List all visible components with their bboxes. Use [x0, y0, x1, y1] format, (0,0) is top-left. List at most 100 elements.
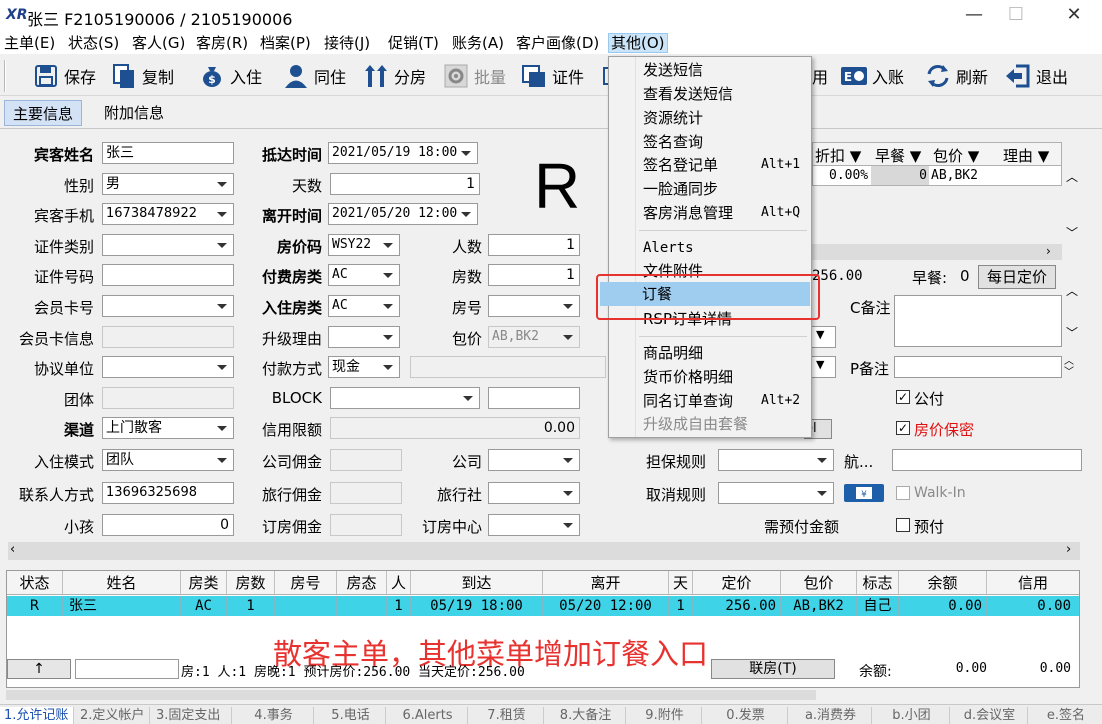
menu-promotion[interactable]: 促销(T)	[386, 33, 441, 53]
menu-customer-profile[interactable]: 客户画像(D)	[514, 33, 601, 53]
channel-select[interactable]: 上门散客	[102, 417, 234, 439]
tab-phone[interactable]: 5.电话	[316, 707, 386, 724]
col-package[interactable]: 包价	[781, 571, 857, 595]
rate-grid-hscroll[interactable]: ›	[812, 244, 1062, 260]
tab-meeting-room[interactable]: d.会议室	[952, 707, 1028, 724]
agency-select[interactable]	[488, 482, 580, 504]
menu-archive[interactable]: 档案(P)	[258, 33, 313, 53]
tab-extra-info[interactable]: 附加信息	[96, 100, 172, 126]
col-persons[interactable]: 人	[387, 571, 411, 595]
col-name[interactable]: 姓名	[63, 571, 181, 595]
room-number-select[interactable]	[488, 295, 580, 317]
arrival-field[interactable]: 2021/05/19 18:00	[328, 142, 478, 164]
rate-col-breakfast[interactable]: 早餐 ▼	[875, 145, 921, 166]
nights-field[interactable]: 1	[330, 173, 480, 195]
tab-main-info[interactable]: 主要信息	[4, 100, 83, 126]
rate-grid-scrollbar[interactable]: ︿ ﹀	[1064, 166, 1080, 242]
col-rate[interactable]: 定价	[693, 571, 781, 595]
col-balance[interactable]: 余额	[899, 571, 987, 595]
menu-view-sent-sms[interactable]: 查看发送短信	[643, 83, 733, 105]
guarantee-select[interactable]	[718, 449, 834, 471]
contact-field[interactable]: 13696325698	[102, 482, 234, 504]
col-nights[interactable]: 天	[669, 571, 693, 595]
move-up-button[interactable]: ↑	[7, 659, 71, 679]
tab-invoice[interactable]: 0.发票	[704, 707, 788, 724]
menu-room[interactable]: 客房(R)	[194, 33, 250, 53]
menu-alerts[interactable]: Alerts	[643, 237, 694, 259]
tab-big-note[interactable]: 8.大备注	[546, 707, 626, 724]
scroll-right-icon[interactable]: ›	[1066, 542, 1071, 557]
maximize-button[interactable]: ☐	[1004, 4, 1028, 26]
col-arrival[interactable]: 到达	[411, 571, 543, 595]
grid-hscroll[interactable]	[6, 690, 816, 700]
rate-code-select[interactable]: WSY22	[328, 234, 400, 256]
rate-grid-row[interactable]: 0.00% 0 AB,BK2	[812, 166, 1062, 186]
rate-col-package[interactable]: 包价 ▼	[933, 145, 979, 166]
minimize-button[interactable]: —	[962, 4, 986, 26]
tab-small-group[interactable]: b.小团	[874, 707, 950, 724]
left-select-edge-2[interactable]: ▼	[812, 356, 836, 378]
tab-coupons[interactable]: a.消费券	[790, 707, 872, 724]
agreement-select[interactable]	[102, 356, 234, 378]
rate-col-reason[interactable]: 理由 ▼	[1003, 145, 1049, 166]
paid-room-type-select[interactable]: AC	[328, 264, 400, 286]
col-departure[interactable]: 离开	[543, 571, 669, 595]
checkin-mode-select[interactable]: 团队	[102, 449, 234, 471]
col-room-number[interactable]: 房号	[275, 571, 337, 595]
tab-alerts[interactable]: 6.Alerts	[388, 707, 468, 724]
booking-center-select[interactable]	[488, 514, 580, 536]
id-number-field[interactable]	[102, 264, 234, 286]
split-room-button[interactable]: 分房	[362, 60, 426, 92]
scroll-down-icon[interactable]: ﹀	[1066, 324, 1078, 341]
menu-status[interactable]: 状态(S)	[66, 33, 121, 53]
menu-currency-price-detail[interactable]: 货币价格明细	[643, 366, 733, 388]
link-room-button[interactable]: 联房(T)	[711, 659, 835, 679]
price-secret-checkbox[interactable]: ✓	[896, 421, 910, 435]
ticket-icon[interactable]: ¥	[844, 484, 884, 502]
walk-in-checkbox[interactable]	[896, 486, 910, 500]
menu-same-name-order-query[interactable]: 同名订单查询	[643, 390, 733, 412]
col-room-type[interactable]: 房类	[181, 571, 227, 595]
tab-allow-charge[interactable]: 1.允许记账	[0, 707, 74, 724]
col-credit[interactable]: 信用	[987, 571, 1079, 595]
col-status[interactable]: 状态	[7, 571, 63, 595]
menu-resource-stats[interactable]: 资源统计	[643, 107, 703, 129]
scroll-up-icon[interactable]: ︿	[1066, 168, 1078, 185]
public-pay-checkbox[interactable]: ✓	[896, 390, 910, 404]
exit-button[interactable]: 退出	[1004, 60, 1068, 92]
tab-tasks[interactable]: 4.事务	[234, 707, 314, 724]
post-button[interactable]: 用	[812, 60, 828, 92]
c-note-field[interactable]	[894, 295, 1062, 347]
child-field[interactable]: 0	[102, 514, 234, 536]
menu-send-sms[interactable]: 发送短信	[643, 59, 703, 81]
menu-other[interactable]: 其他(O)	[608, 33, 668, 53]
footer-input[interactable]	[75, 659, 179, 679]
right-panel-scroll[interactable]: ︿ ﹀	[1064, 282, 1080, 342]
room-type-select[interactable]: AC	[328, 295, 400, 317]
id-type-select[interactable]	[102, 234, 234, 256]
save-button[interactable]: 保存	[32, 60, 96, 92]
guest-name-field[interactable]: 张三	[102, 142, 234, 164]
cancel-rule-select[interactable]	[718, 482, 834, 504]
departure-field[interactable]: 2021/05/20 12:00	[328, 203, 478, 225]
gender-select[interactable]: 男	[102, 173, 234, 195]
form-hscroll[interactable]: ‹ ›	[8, 542, 1080, 560]
close-button[interactable]: ✕	[1062, 4, 1086, 26]
scroll-left-icon[interactable]: ‹	[10, 542, 15, 557]
pay-method-select[interactable]: 现金	[328, 356, 400, 378]
post-account-button[interactable]: E 入账	[840, 60, 904, 92]
left-select-edge[interactable]: ▼	[812, 326, 836, 348]
p-note-spinner[interactable]: ︿ ﹀	[1064, 356, 1080, 380]
menu-main[interactable]: 主单(E)	[2, 33, 57, 53]
checkin-button[interactable]: $ 入住	[198, 60, 262, 92]
rooms-field[interactable]: 1	[488, 264, 580, 286]
menu-accounts[interactable]: 账务(A)	[450, 33, 506, 53]
daily-rate-button[interactable]: 每日定价	[978, 265, 1056, 289]
company-select[interactable]	[488, 449, 580, 471]
cohabit-button[interactable]: 同住	[282, 60, 346, 92]
menu-reception[interactable]: 接待(J)	[322, 33, 372, 53]
menu-goods-detail[interactable]: 商品明细	[643, 342, 703, 364]
scroll-right-icon[interactable]: ›	[1046, 244, 1051, 258]
rate-col-discount[interactable]: 折扣 ▼	[815, 145, 861, 166]
col-flag[interactable]: 标志	[857, 571, 899, 595]
